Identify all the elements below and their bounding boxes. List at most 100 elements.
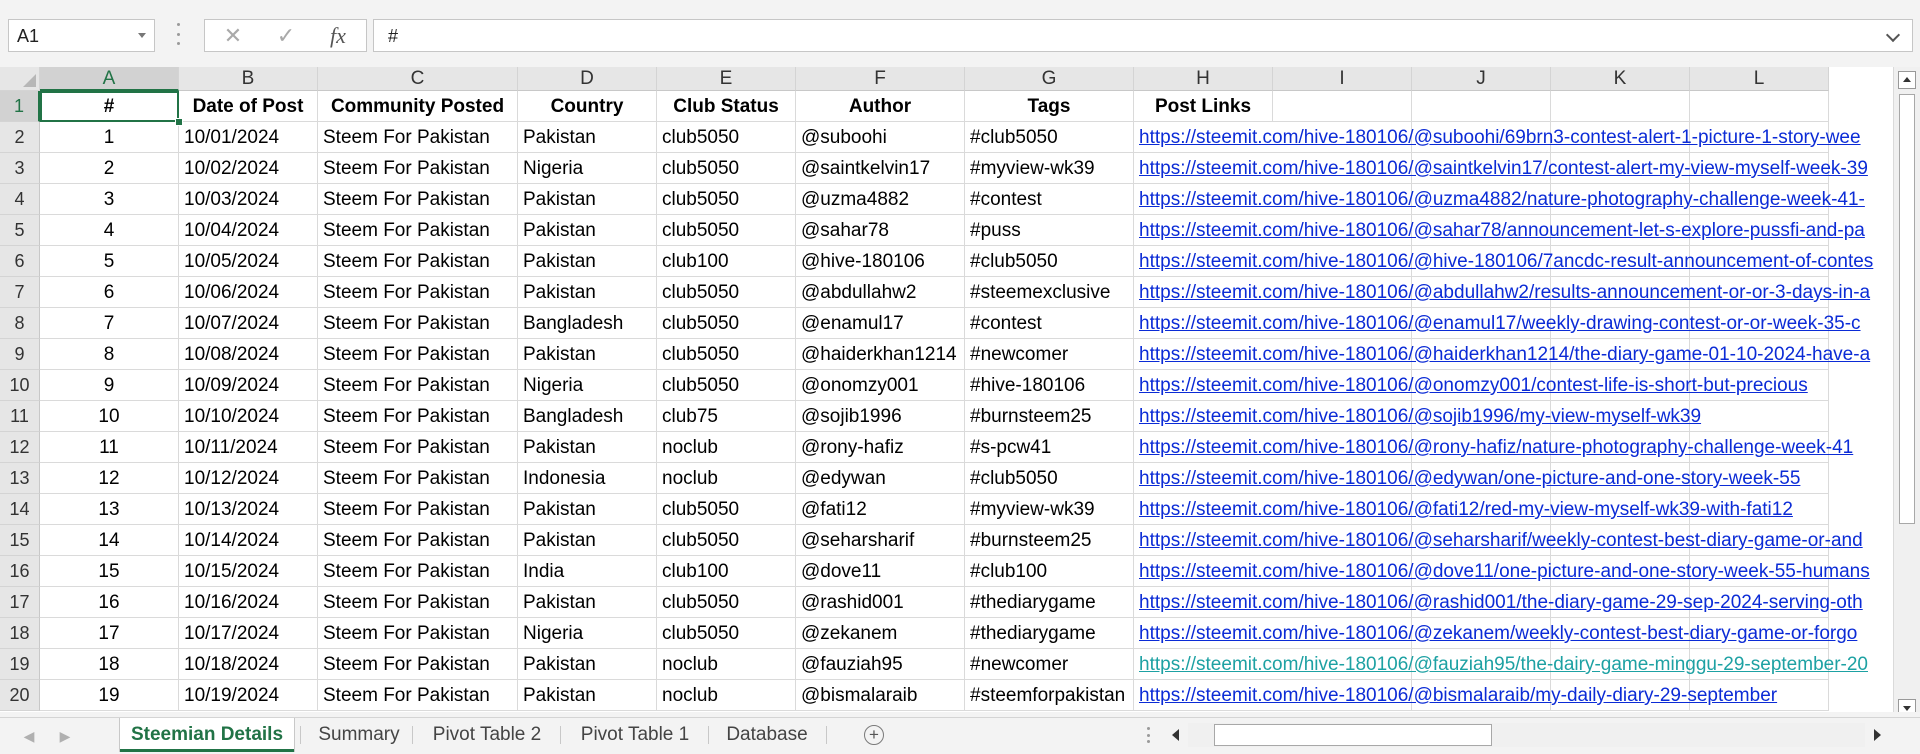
table-cell[interactable]: #steemexclusive: [965, 277, 1134, 308]
table-cell[interactable]: 10/08/2024: [179, 339, 318, 370]
post-link-cell[interactable]: https://steemit.com/hive-180106/@sojib19…: [1134, 401, 1701, 432]
row-header[interactable]: 6: [0, 246, 40, 277]
table-cell[interactable]: Nigeria: [518, 618, 657, 649]
header-cell[interactable]: Author: [796, 91, 965, 122]
header-cell[interactable]: Community Posted: [318, 91, 518, 122]
row-header[interactable]: 4: [0, 184, 40, 215]
sheet-tab[interactable]: Database: [712, 718, 822, 752]
table-cell[interactable]: Steem For Pakistan: [318, 587, 518, 618]
row-number-cell[interactable]: 5: [40, 246, 179, 277]
row-number-cell[interactable]: 7: [40, 308, 179, 339]
row-header[interactable]: 16: [0, 556, 40, 587]
table-cell[interactable]: #steemforpakistan: [965, 680, 1134, 711]
table-cell[interactable]: @sahar78: [796, 215, 965, 246]
post-link-cell[interactable]: https://steemit.com/hive-180106/@rony-ha…: [1134, 432, 1853, 463]
table-cell[interactable]: @rashid001: [796, 587, 965, 618]
next-sheet-icon[interactable]: ▶: [58, 726, 72, 746]
table-cell[interactable]: club75: [657, 401, 796, 432]
table-cell[interactable]: @seharsharif: [796, 525, 965, 556]
table-cell[interactable]: Pakistan: [518, 339, 657, 370]
header-cell[interactable]: Country: [518, 91, 657, 122]
post-link-cell[interactable]: https://steemit.com/hive-180106/@suboohi…: [1134, 122, 1861, 153]
table-cell[interactable]: club5050: [657, 525, 796, 556]
sheet-tab[interactable]: Pivot Table 1: [564, 718, 706, 752]
table-cell[interactable]: Pakistan: [518, 184, 657, 215]
table-cell[interactable]: club100: [657, 246, 796, 277]
column-header-e[interactable]: E: [657, 67, 796, 91]
table-cell[interactable]: 10/16/2024: [179, 587, 318, 618]
empty-cell[interactable]: [1690, 91, 1829, 122]
empty-cell[interactable]: [1551, 91, 1690, 122]
column-header-k[interactable]: K: [1551, 67, 1690, 91]
table-cell[interactable]: 10/07/2024: [179, 308, 318, 339]
sheet-tab[interactable]: Summary: [304, 718, 414, 752]
table-cell[interactable]: club100: [657, 556, 796, 587]
table-cell[interactable]: #club5050: [965, 122, 1134, 153]
table-cell[interactable]: club5050: [657, 122, 796, 153]
row-number-cell[interactable]: 13: [40, 494, 179, 525]
header-cell[interactable]: Tags: [965, 91, 1134, 122]
table-cell[interactable]: India: [518, 556, 657, 587]
table-cell[interactable]: Steem For Pakistan: [318, 432, 518, 463]
table-cell[interactable]: #club5050: [965, 463, 1134, 494]
row-header[interactable]: 3: [0, 153, 40, 184]
post-link-cell[interactable]: https://steemit.com/hive-180106/@enamul1…: [1134, 308, 1861, 339]
row-header[interactable]: 12: [0, 432, 40, 463]
scroll-down-icon[interactable]: [1898, 699, 1916, 712]
expand-formula-icon[interactable]: [1885, 27, 1901, 43]
table-cell[interactable]: @rony-hafiz: [796, 432, 965, 463]
table-cell[interactable]: Nigeria: [518, 370, 657, 401]
table-cell[interactable]: #burnsteem25: [965, 401, 1134, 432]
scroll-up-icon[interactable]: [1898, 71, 1916, 89]
header-cell[interactable]: Club Status: [657, 91, 796, 122]
row-header[interactable]: 19: [0, 649, 40, 680]
header-cell[interactable]: Date of Post: [179, 91, 318, 122]
table-cell[interactable]: noclub: [657, 649, 796, 680]
scroll-right-icon[interactable]: [1874, 729, 1881, 741]
row-header[interactable]: 1: [0, 91, 40, 122]
row-number-cell[interactable]: 12: [40, 463, 179, 494]
table-cell[interactable]: @suboohi: [796, 122, 965, 153]
post-link-cell[interactable]: https://steemit.com/hive-180106/@bismala…: [1134, 680, 1777, 711]
row-header[interactable]: 10: [0, 370, 40, 401]
row-number-cell[interactable]: 9: [40, 370, 179, 401]
table-cell[interactable]: @dove11: [796, 556, 965, 587]
table-cell[interactable]: Pakistan: [518, 587, 657, 618]
table-cell[interactable]: #burnsteem25: [965, 525, 1134, 556]
post-link-cell[interactable]: https://steemit.com/hive-180106/@saintke…: [1134, 153, 1868, 184]
table-cell[interactable]: Steem For Pakistan: [318, 215, 518, 246]
column-header-h[interactable]: H: [1134, 67, 1273, 91]
table-cell[interactable]: Steem For Pakistan: [318, 246, 518, 277]
row-number-cell[interactable]: 10: [40, 401, 179, 432]
table-cell[interactable]: Indonesia: [518, 463, 657, 494]
post-link-cell[interactable]: https://steemit.com/hive-180106/@uzma488…: [1134, 184, 1865, 215]
horizontal-scroll-thumb[interactable]: [1214, 724, 1492, 746]
table-cell[interactable]: @uzma4882: [796, 184, 965, 215]
row-number-cell[interactable]: 1: [40, 122, 179, 153]
table-cell[interactable]: 10/06/2024: [179, 277, 318, 308]
row-number-cell[interactable]: 19: [40, 680, 179, 711]
table-cell[interactable]: #contest: [965, 308, 1134, 339]
post-link-cell[interactable]: https://steemit.com/hive-180106/@haiderk…: [1134, 339, 1870, 370]
table-cell[interactable]: @zekanem: [796, 618, 965, 649]
table-cell[interactable]: 10/19/2024: [179, 680, 318, 711]
table-cell[interactable]: #newcomer: [965, 339, 1134, 370]
table-cell[interactable]: @hive-180106: [796, 246, 965, 277]
post-link-cell[interactable]: https://steemit.com/hive-180106/@dove11/…: [1134, 556, 1870, 587]
table-cell[interactable]: 10/11/2024: [179, 432, 318, 463]
table-cell[interactable]: club5050: [657, 184, 796, 215]
table-cell[interactable]: club5050: [657, 339, 796, 370]
table-cell[interactable]: club5050: [657, 215, 796, 246]
table-cell[interactable]: Steem For Pakistan: [318, 277, 518, 308]
enter-icon[interactable]: ✓: [261, 20, 311, 51]
table-cell[interactable]: Steem For Pakistan: [318, 618, 518, 649]
post-link-cell[interactable]: https://steemit.com/hive-180106/@onomzy0…: [1134, 370, 1808, 401]
row-number-cell[interactable]: 15: [40, 556, 179, 587]
table-cell[interactable]: #contest: [965, 184, 1134, 215]
post-link-cell[interactable]: https://steemit.com/hive-180106/@seharsh…: [1134, 525, 1863, 556]
table-cell[interactable]: Steem For Pakistan: [318, 153, 518, 184]
row-number-cell[interactable]: 8: [40, 339, 179, 370]
cancel-icon[interactable]: ✕: [208, 20, 258, 51]
column-header-i[interactable]: I: [1273, 67, 1412, 91]
table-cell[interactable]: Pakistan: [518, 246, 657, 277]
